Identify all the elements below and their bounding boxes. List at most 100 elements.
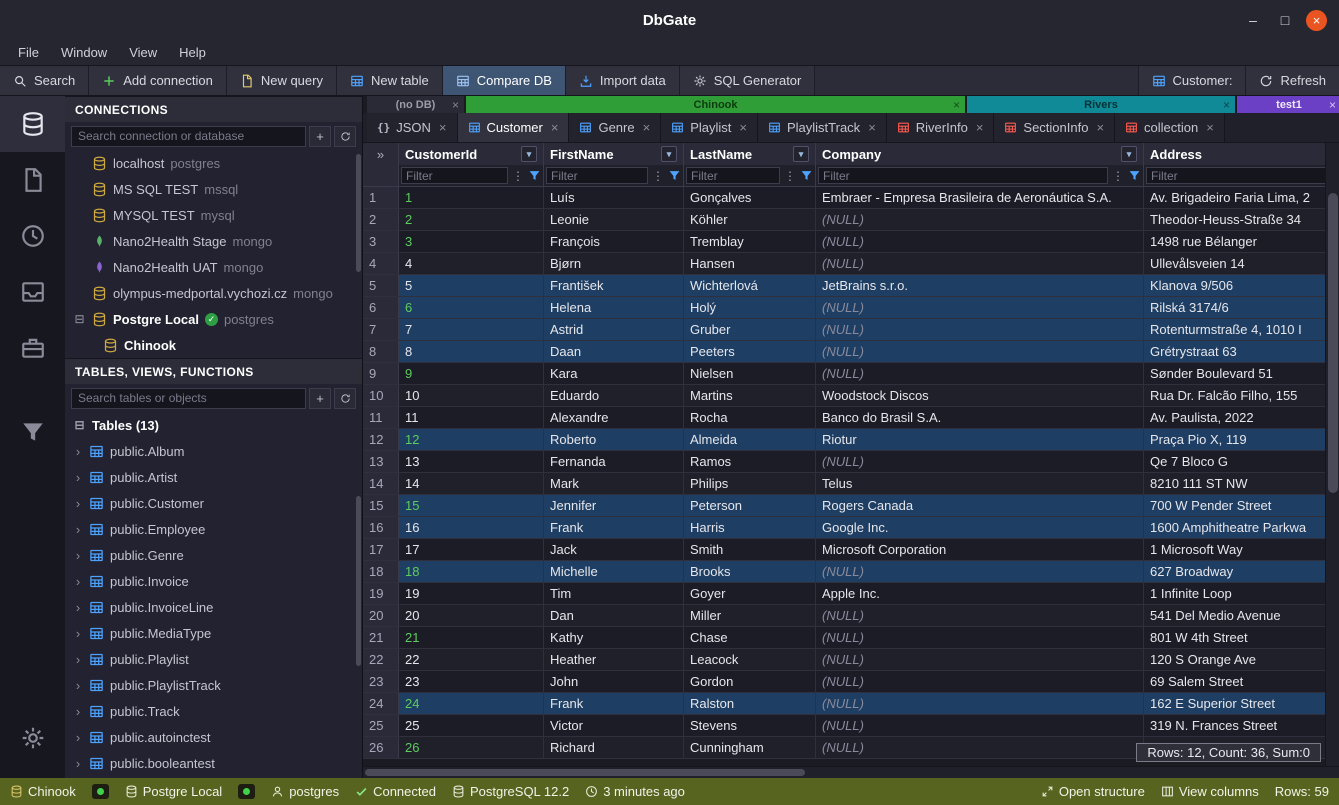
tables-group[interactable]: ⊟ Tables (13) <box>65 412 362 438</box>
status-status[interactable]: Connected <box>355 784 436 799</box>
connections-scrollbar[interactable] <box>355 152 362 358</box>
chevron-right-icon[interactable]: › <box>73 704 83 719</box>
table-row[interactable]: 1212RobertoAlmeidaRioturPraça Pio X, 119 <box>363 429 1339 451</box>
cell-firstname[interactable]: Daan <box>544 341 684 362</box>
table-public-customer[interactable]: ›public.Customer <box>65 490 362 516</box>
cell-address[interactable]: 700 W Pender Street <box>1144 495 1339 516</box>
cell-address[interactable]: 1 Infinite Loop <box>1144 583 1339 604</box>
cell-address[interactable]: Rotenturmstraße 4, 1010 I <box>1144 319 1339 340</box>
cell-company[interactable]: (NULL) <box>816 341 1144 362</box>
cell-firstname[interactable]: Mark <box>544 473 684 494</box>
cell-company[interactable]: (NULL) <box>816 209 1144 230</box>
tab-riverinfo[interactable]: RiverInfo× <box>887 113 995 142</box>
activity-filter-button[interactable] <box>0 404 65 460</box>
refresh-connections-button[interactable] <box>334 126 356 147</box>
cell-lastname[interactable]: Smith <box>684 539 816 560</box>
row-number[interactable]: 5 <box>363 275 399 296</box>
close-icon[interactable]: × <box>739 120 747 135</box>
cell-firstname[interactable]: Dan <box>544 605 684 626</box>
filter-input-address[interactable] <box>1146 167 1339 184</box>
db-group-chinook[interactable]: Chinook× <box>466 96 965 113</box>
row-number[interactable]: 21 <box>363 627 399 648</box>
cell-address[interactable]: Rilská 3174/6 <box>1144 297 1339 318</box>
add-connection-small-button[interactable]: + <box>309 126 331 147</box>
chevron-right-icon[interactable]: › <box>73 496 83 511</box>
connection-ms-sql-test[interactable]: MS SQL TESTmssql <box>65 176 362 202</box>
chevron-right-icon[interactable]: › <box>73 626 83 641</box>
minimize-button[interactable]: – <box>1242 9 1264 31</box>
row-number[interactable]: 1 <box>363 187 399 208</box>
cell-customerid[interactable]: 9 <box>399 363 544 384</box>
menu-window[interactable]: Window <box>51 42 117 63</box>
cell-customerid[interactable]: 24 <box>399 693 544 714</box>
kebab-menu-icon[interactable]: ⋮ <box>650 169 666 183</box>
table-row[interactable]: 99KaraNielsen(NULL)Sønder Boulevard 51 <box>363 363 1339 385</box>
table-row[interactable]: 1515JenniferPetersonRogers Canada700 W P… <box>363 495 1339 517</box>
activity-settings-button[interactable] <box>0 710 65 766</box>
connection-nano2health-stage[interactable]: Nano2Health Stagemongo <box>65 228 362 254</box>
cell-lastname[interactable]: Cunningham <box>684 737 816 758</box>
status-version[interactable]: PostgreSQL 12.2 <box>452 784 569 799</box>
table-public-album[interactable]: ›public.Album <box>65 438 362 464</box>
close-icon[interactable]: × <box>953 98 960 112</box>
connection-olympus-medportal-vychozi-cz[interactable]: olympus-medportal.vychozi.czmongo <box>65 280 362 306</box>
cell-customerid[interactable]: 18 <box>399 561 544 582</box>
cell-firstname[interactable]: František <box>544 275 684 296</box>
close-icon[interactable]: × <box>452 98 459 112</box>
funnel-button[interactable] <box>668 169 681 182</box>
tab-collection[interactable]: collection× <box>1115 113 1225 142</box>
cell-customerid[interactable]: 8 <box>399 341 544 362</box>
table-row[interactable]: 2020DanMiller(NULL)541 Del Medio Avenue <box>363 605 1339 627</box>
table-public-booleantest[interactable]: ›public.booleantest <box>65 750 362 776</box>
cell-address[interactable]: 1498 rue Bélanger <box>1144 231 1339 252</box>
close-icon[interactable]: × <box>868 120 876 135</box>
chevron-right-icon[interactable]: › <box>73 756 83 771</box>
cell-company[interactable]: Embraer - Empresa Brasileira de Aeronáut… <box>816 187 1144 208</box>
activity-files-button[interactable] <box>0 152 65 208</box>
row-number[interactable]: 9 <box>363 363 399 384</box>
row-number[interactable]: 10 <box>363 385 399 406</box>
cell-firstname[interactable]: Frank <box>544 517 684 538</box>
table-row[interactable]: 44BjørnHansen(NULL)Ullevålsveien 14 <box>363 253 1339 275</box>
cell-lastname[interactable]: Brooks <box>684 561 816 582</box>
row-number[interactable]: 22 <box>363 649 399 670</box>
cell-lastname[interactable]: Peterson <box>684 495 816 516</box>
close-icon[interactable]: × <box>976 120 984 135</box>
row-number[interactable]: 24 <box>363 693 399 714</box>
row-number[interactable]: 25 <box>363 715 399 736</box>
chevron-down-icon[interactable]: ▾ <box>1121 146 1137 162</box>
add-table-small-button[interactable]: + <box>309 388 331 409</box>
cell-address[interactable]: 162 E Superior Street <box>1144 693 1339 714</box>
cell-customerid[interactable]: 26 <box>399 737 544 758</box>
cell-firstname[interactable]: Heather <box>544 649 684 670</box>
table-row[interactable]: 1010EduardoMartinsWoodstock DiscosRua Dr… <box>363 385 1339 407</box>
refresh-tables-button[interactable] <box>334 388 356 409</box>
kebab-menu-icon[interactable]: ⋮ <box>782 169 798 183</box>
activity-archive-button[interactable] <box>0 264 65 320</box>
chevron-right-icon[interactable]: › <box>73 678 83 693</box>
table-row[interactable]: 77AstridGruber(NULL)Rotenturmstraße 4, 1… <box>363 319 1339 341</box>
activity-connections-button[interactable] <box>0 96 65 152</box>
toolbar-compare-db-button[interactable]: Compare DB <box>443 66 566 95</box>
cell-customerid[interactable]: 13 <box>399 451 544 472</box>
cell-company[interactable]: Microsoft Corporation <box>816 539 1144 560</box>
cell-lastname[interactable]: Philips <box>684 473 816 494</box>
cell-customerid[interactable]: 21 <box>399 627 544 648</box>
column-header-firstname[interactable]: FirstName▾ <box>544 143 684 165</box>
cell-firstname[interactable]: Alexandre <box>544 407 684 428</box>
cell-lastname[interactable]: Wichterlová <box>684 275 816 296</box>
table-public-mediatype[interactable]: ›public.MediaType <box>65 620 362 646</box>
horizontal-scrollbar[interactable] <box>363 766 1339 778</box>
cell-address[interactable]: 69 Salem Street <box>1144 671 1339 692</box>
row-number[interactable]: 7 <box>363 319 399 340</box>
cell-company[interactable]: (NULL) <box>816 231 1144 252</box>
connection-mysql-test[interactable]: MYSQL TESTmysql <box>65 202 362 228</box>
cell-lastname[interactable]: Ramos <box>684 451 816 472</box>
status-row-count[interactable]: Rows: 59 <box>1275 784 1329 799</box>
scrollbar-thumb[interactable] <box>1328 193 1338 493</box>
cell-company[interactable]: (NULL) <box>816 451 1144 472</box>
cell-company[interactable]: (NULL) <box>816 737 1144 758</box>
table-row[interactable]: 22LeonieKöhler(NULL)Theodor-Heuss-Straße… <box>363 209 1339 231</box>
toolbar-refresh-button[interactable]: Refresh <box>1245 66 1339 95</box>
cell-company[interactable]: (NULL) <box>816 363 1144 384</box>
